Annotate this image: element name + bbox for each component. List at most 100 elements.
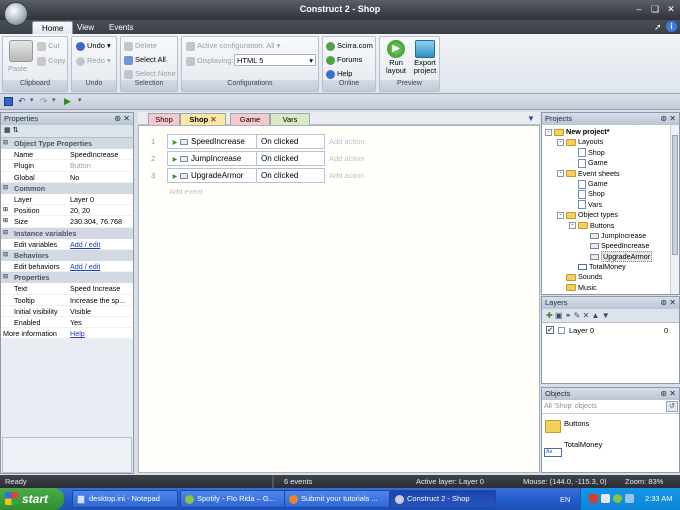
event-object[interactable]: UpgradeArmor xyxy=(191,171,243,180)
expand-icon[interactable]: ⊞ xyxy=(3,205,8,216)
close-icon[interactable]: ✕ xyxy=(665,3,677,15)
copy-button[interactable]: Copy xyxy=(37,56,66,66)
move-up-icon[interactable]: ▲ xyxy=(592,311,600,320)
volume-icon[interactable] xyxy=(625,494,634,503)
tree-node[interactable]: Shop xyxy=(545,148,679,158)
add-layer-icon[interactable]: ✚ xyxy=(546,311,553,320)
layer-visible-checkbox[interactable]: ✔ xyxy=(546,326,554,334)
close-icon[interactable]: ⊛ ✕ xyxy=(660,297,676,309)
displaying-select[interactable]: HTML 5 ▾ xyxy=(234,54,316,66)
minimize-icon[interactable]: – xyxy=(633,3,645,15)
toolbar-menu-icon[interactable]: ▾ xyxy=(78,96,82,104)
event-condition[interactable]: On clicked xyxy=(261,137,298,146)
property-value[interactable]: Add / edit xyxy=(70,261,100,272)
task-browser[interactable]: Submit your tutorials ... xyxy=(284,490,390,508)
tab-list-icon[interactable]: ▼ xyxy=(527,114,535,123)
expand-icon[interactable]: - xyxy=(545,128,552,136)
tab-view[interactable]: View xyxy=(68,21,103,34)
tree-node[interactable]: - Object types xyxy=(545,210,679,220)
property-category[interactable]: ⊟ Properties xyxy=(1,272,133,284)
tree-node[interactable]: - New project* xyxy=(545,127,679,137)
event-row[interactable]: ➤ SpeedIncrease On clicked xyxy=(167,134,325,149)
add-event-link[interactable]: Add event xyxy=(169,187,203,196)
add-action-link[interactable]: Add action xyxy=(329,137,364,146)
network-icon[interactable] xyxy=(601,494,610,503)
property-row[interactable]: Plugin Button xyxy=(1,160,133,172)
property-row[interactable]: Global No xyxy=(1,172,133,183)
property-category[interactable]: ⊟ Common xyxy=(1,182,133,194)
tree-node[interactable]: TotalMoney xyxy=(545,262,679,272)
delete-button[interactable]: Delete xyxy=(124,41,157,51)
layer-up-icon[interactable]: ▣ xyxy=(555,311,563,320)
tab-game[interactable]: Game xyxy=(230,113,270,125)
add-action-link[interactable]: Add action xyxy=(329,154,364,163)
categorized-icon[interactable]: ▦ xyxy=(4,127,11,134)
task-notepad[interactable]: desktop.ini - Notepad xyxy=(72,490,178,508)
lock-icon[interactable]: ⚭ xyxy=(565,311,572,320)
event-condition[interactable]: On clicked xyxy=(261,154,298,163)
expand-icon[interactable]: - xyxy=(557,138,564,146)
move-down-icon[interactable]: ▼ xyxy=(602,311,610,320)
export-project-button[interactable]: Export project xyxy=(410,59,440,75)
expand-icon[interactable]: ⊞ xyxy=(3,216,8,227)
select-none-button[interactable]: Select None xyxy=(124,69,176,79)
task-construct[interactable]: Construct 2 - Shop xyxy=(390,490,496,508)
close-icon[interactable]: ⊛ ✕ xyxy=(114,113,130,125)
tree-node[interactable]: JumpIncrease xyxy=(545,231,679,241)
tree-node[interactable]: Vars xyxy=(545,200,679,210)
undo-button[interactable]: Undo ▾ xyxy=(76,41,111,51)
collapse-icon[interactable]: ⊟ xyxy=(3,138,8,149)
object-totalmoney[interactable]: TotalMoney xyxy=(564,440,602,449)
tray-app-icon[interactable] xyxy=(589,494,598,503)
tree-node[interactable]: Game xyxy=(545,179,679,189)
event-row[interactable]: ➤ JumpIncrease On clicked xyxy=(167,151,325,166)
tree-node[interactable]: UpgradeArmor xyxy=(545,250,679,262)
tab-vars[interactable]: Vars xyxy=(270,113,310,125)
spotify-tray-icon[interactable] xyxy=(613,494,622,503)
property-category[interactable]: ⊟ Object Type Properties xyxy=(1,138,133,150)
property-row[interactable]: Edit behaviors Add / edit xyxy=(1,261,133,273)
app-menu-button[interactable] xyxy=(4,2,28,26)
expand-icon[interactable]: - xyxy=(557,170,564,178)
tab-shop-events[interactable]: Shop ✕ xyxy=(180,113,226,125)
property-row[interactable]: Initial visibility Visible xyxy=(1,306,133,317)
delete-layer-icon[interactable]: ✕ xyxy=(583,311,590,320)
redo-button[interactable]: Redo ▾ xyxy=(76,56,111,66)
active-configuration-dropdown[interactable]: Active configuration: All ▾ xyxy=(186,41,280,51)
property-category[interactable]: ⊟ Behaviors xyxy=(1,249,133,262)
tree-node[interactable]: Sounds xyxy=(545,272,679,282)
edit-layer-icon[interactable]: ✎ xyxy=(574,311,581,320)
close-icon[interactable]: ⊛ ✕ xyxy=(660,113,676,125)
scirra-link[interactable]: Scirra.com xyxy=(326,41,373,51)
collapse-icon[interactable]: ⊟ xyxy=(3,250,8,261)
cut-button[interactable]: Cut xyxy=(37,41,60,51)
event-condition[interactable]: On clicked xyxy=(261,171,298,180)
paste-button[interactable]: Paste xyxy=(8,64,27,73)
property-row[interactable]: More information Help xyxy=(1,328,133,340)
property-category[interactable]: ⊟ Instance variables xyxy=(1,227,133,239)
expand-icon[interactable]: - xyxy=(557,211,564,219)
collapse-icon[interactable]: ⊟ xyxy=(3,228,8,239)
tab-events[interactable]: Events xyxy=(100,21,142,34)
collapse-icon[interactable]: ⊟ xyxy=(3,272,8,283)
collapse-icon[interactable]: ⊟ xyxy=(3,183,8,194)
tree-node[interactable]: Game xyxy=(545,158,679,168)
redo-dropdown-icon[interactable]: ▾ xyxy=(52,96,56,104)
property-row[interactable]: Name SpeedIncrease xyxy=(1,149,133,161)
tab-shop-layout[interactable]: Shop xyxy=(148,113,180,125)
select-all-button[interactable]: Select All xyxy=(124,55,166,65)
undo-dropdown-icon[interactable]: ▾ xyxy=(30,96,34,104)
property-row[interactable]: Edit variables Add / edit xyxy=(1,239,133,250)
tree-node[interactable]: Shop xyxy=(545,189,679,199)
restore-icon[interactable]: ❑ xyxy=(649,3,661,15)
objects-filter[interactable]: All 'Shop' objects ↺ xyxy=(542,400,679,414)
property-row[interactable]: Text Speed Increase xyxy=(1,283,133,295)
tree-scrollbar[interactable] xyxy=(670,125,679,294)
property-row[interactable]: ⊞ Position 20, 20 xyxy=(1,205,133,217)
help-link[interactable]: Help xyxy=(326,69,352,79)
pin-icon[interactable]: ➚ xyxy=(654,22,662,33)
add-action-link[interactable]: Add action xyxy=(329,171,364,180)
refresh-icon[interactable]: ↺ xyxy=(666,401,678,412)
property-row[interactable]: Tooltip Increase the sp... xyxy=(1,295,133,306)
close-icon[interactable]: ⊛ ✕ xyxy=(660,388,676,400)
